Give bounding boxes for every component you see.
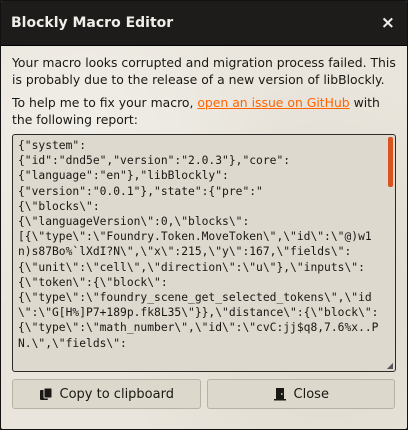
dialog-titlebar[interactable]: Blockly Macro Editor ×	[1, 1, 407, 46]
github-issue-link[interactable]: open an issue on GitHub	[197, 95, 349, 110]
copy-button-label: Copy to clipboard	[59, 386, 174, 402]
dialog-title: Blockly Macro Editor	[11, 15, 174, 31]
report-instructions: To help me to fix your macro, open an is…	[12, 94, 397, 128]
macro-editor-dialog: Blockly Macro Editor × Your macro looks …	[0, 0, 408, 430]
dialog-footer: Copy to clipboard Close	[12, 379, 395, 409]
instructions-prefix: To help me to fix your macro,	[12, 95, 198, 110]
error-message: Your macro looks corrupted and migration…	[12, 55, 396, 87]
copy-to-clipboard-button[interactable]: Copy to clipboard	[12, 379, 201, 409]
close-icon[interactable]: ×	[381, 13, 395, 33]
close-button[interactable]: Close	[206, 379, 395, 409]
copy-icon	[39, 387, 53, 400]
dialog-content: Your macro looks corrupted and migration…	[1, 46, 407, 372]
report-scrollbar[interactable]	[388, 137, 393, 187]
door-icon	[273, 388, 286, 401]
report-text: {"system": {"id":"dnd5e","version":"2.0.…	[18, 139, 379, 350]
resize-grip-icon[interactable]: ◢	[387, 362, 393, 370]
close-button-label: Close	[293, 386, 329, 402]
report-textarea[interactable]: {"system": {"id":"dnd5e","version":"2.0.…	[12, 134, 396, 372]
